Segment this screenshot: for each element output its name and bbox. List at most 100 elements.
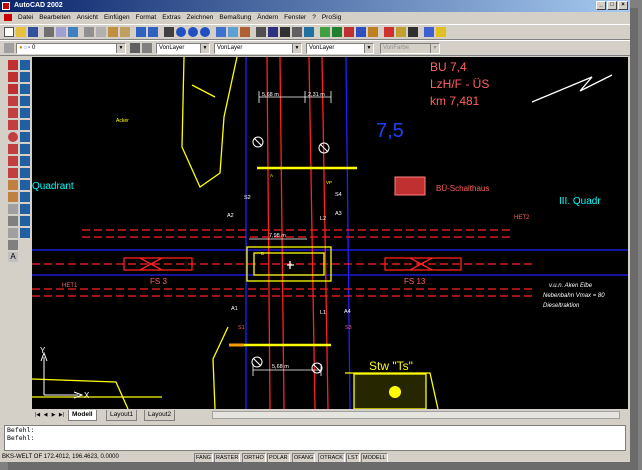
- chevron-down-icon[interactable]: ▼: [116, 44, 125, 53]
- zoom-window-icon[interactable]: [188, 27, 198, 37]
- layer-previous-icon[interactable]: [142, 43, 152, 53]
- zoom-realtime-icon[interactable]: [176, 27, 186, 37]
- chevron-down-icon[interactable]: ▼: [364, 44, 373, 53]
- next-tab-icon[interactable]: ▶: [50, 411, 57, 419]
- line-icon[interactable]: [8, 60, 18, 70]
- undo-icon[interactable]: [136, 27, 146, 37]
- construction-line-icon[interactable]: [8, 72, 18, 82]
- status-lweight[interactable]: LST: [346, 453, 361, 462]
- save-icon[interactable]: [28, 27, 38, 37]
- linetype-dropdown[interactable]: VonLayer ▼: [214, 43, 302, 54]
- hatch-icon[interactable]: [396, 27, 406, 37]
- hatch-tool-icon[interactable]: [8, 216, 18, 226]
- hyperlink-icon[interactable]: [384, 27, 394, 37]
- scale-icon[interactable]: [20, 144, 30, 154]
- open-icon[interactable]: [16, 27, 26, 37]
- minimize-button[interactable]: _: [596, 1, 606, 10]
- extend-icon[interactable]: [20, 180, 30, 190]
- copy-object-icon[interactable]: [20, 72, 30, 82]
- menu-datei[interactable]: Datei: [18, 14, 33, 21]
- menu-einfuegen[interactable]: Einfügen: [104, 14, 130, 21]
- menu-bearbeiten[interactable]: Bearbeiten: [39, 14, 70, 21]
- image-icon[interactable]: [368, 27, 378, 37]
- status-otrack[interactable]: OTRACK: [318, 453, 345, 462]
- chevron-down-icon[interactable]: ▼: [430, 44, 439, 53]
- menu-bemassung[interactable]: Bemaßung: [219, 14, 251, 21]
- menu-aendern[interactable]: Ändern: [257, 14, 278, 21]
- table-icon[interactable]: [8, 240, 18, 250]
- insert-block-icon[interactable]: [8, 180, 18, 190]
- layer-manager-icon[interactable]: [4, 43, 14, 53]
- region-icon[interactable]: [8, 228, 18, 238]
- command-prompt[interactable]: Befehl:: [5, 434, 625, 442]
- tab-layout1[interactable]: Layout1: [106, 410, 138, 421]
- status-polar[interactable]: POLAR: [267, 453, 290, 462]
- status-snap[interactable]: FANG: [194, 453, 213, 462]
- markup-icon[interactable]: [268, 27, 278, 37]
- block-icon[interactable]: [408, 27, 418, 37]
- last-tab-icon[interactable]: ▶|: [58, 411, 65, 419]
- match-properties-icon[interactable]: [120, 27, 130, 37]
- menu-format[interactable]: Format: [136, 14, 157, 21]
- menu-fenster[interactable]: Fenster: [284, 14, 306, 21]
- polyline-icon[interactable]: [8, 84, 18, 94]
- title-bar[interactable]: AutoCAD 2002 _ □ ×: [0, 0, 630, 12]
- ellipse-icon[interactable]: [8, 168, 18, 178]
- multiline-text-icon[interactable]: A: [8, 252, 18, 262]
- make-block-icon[interactable]: [8, 192, 18, 202]
- web-icon[interactable]: [304, 27, 314, 37]
- circle-icon[interactable]: [8, 132, 18, 142]
- status-model[interactable]: MODELL: [361, 453, 388, 462]
- menu-ansicht[interactable]: Ansicht: [77, 14, 98, 21]
- copy-icon[interactable]: [96, 27, 106, 37]
- tab-model[interactable]: Modell: [68, 410, 97, 421]
- erase-icon[interactable]: [20, 60, 30, 70]
- make-current-layer-icon[interactable]: [130, 43, 140, 53]
- chamfer-icon[interactable]: [20, 204, 30, 214]
- zoom-previous-icon[interactable]: [200, 27, 210, 37]
- rectangle-icon[interactable]: [8, 108, 18, 118]
- tab-layout2[interactable]: Layout2: [144, 410, 176, 421]
- stretch-icon[interactable]: [20, 156, 30, 166]
- pan-icon[interactable]: [164, 27, 174, 37]
- status-osnap[interactable]: OFANG: [292, 453, 316, 462]
- point-icon[interactable]: [8, 204, 18, 214]
- menu-extras[interactable]: Extras: [162, 14, 180, 21]
- area-icon[interactable]: [356, 27, 366, 37]
- print-icon[interactable]: [44, 27, 54, 37]
- status-grid[interactable]: RASTER: [214, 453, 241, 462]
- break-icon[interactable]: [20, 192, 30, 202]
- color-dropdown[interactable]: VonLayer ▼: [156, 43, 210, 54]
- fillet-icon[interactable]: [20, 216, 30, 226]
- command-line[interactable]: Befehl: Befehl:: [4, 425, 626, 451]
- rotate-icon[interactable]: [20, 132, 30, 142]
- redo-icon[interactable]: [148, 27, 158, 37]
- properties-icon[interactable]: [216, 27, 226, 37]
- explode-icon[interactable]: [20, 228, 30, 238]
- design-center-icon[interactable]: [228, 27, 238, 37]
- help-icon[interactable]: [424, 27, 434, 37]
- move-icon[interactable]: [20, 120, 30, 130]
- publish-icon[interactable]: [68, 27, 78, 37]
- chevron-down-icon[interactable]: ▼: [292, 44, 301, 53]
- arc-icon[interactable]: [8, 120, 18, 130]
- preview-icon[interactable]: [56, 27, 66, 37]
- calculator-icon[interactable]: [280, 27, 290, 37]
- array-icon[interactable]: [20, 108, 30, 118]
- drawing-canvas[interactable]: BU 7,4 LzH/F - ÜS km 7,481 7,5 Quadrant …: [32, 57, 628, 409]
- maximize-button[interactable]: □: [607, 1, 617, 10]
- mirror-icon[interactable]: [20, 84, 30, 94]
- revision-cloud-icon[interactable]: [8, 144, 18, 154]
- menu-help[interactable]: ?: [312, 14, 316, 21]
- first-tab-icon[interactable]: |◀: [34, 411, 41, 419]
- polygon-icon[interactable]: [8, 96, 18, 106]
- layer-dropdown[interactable]: ●☼▫ 0 ▼: [16, 43, 126, 54]
- cut-icon[interactable]: [84, 27, 94, 37]
- trim-icon[interactable]: [20, 168, 30, 178]
- menu-zeichnen[interactable]: Zeichnen: [187, 14, 214, 21]
- new-icon[interactable]: [4, 27, 14, 37]
- measure-icon[interactable]: [344, 27, 354, 37]
- tip-icon[interactable]: [436, 27, 446, 37]
- snap-icon[interactable]: [320, 27, 330, 37]
- chevron-down-icon[interactable]: ▼: [200, 44, 209, 53]
